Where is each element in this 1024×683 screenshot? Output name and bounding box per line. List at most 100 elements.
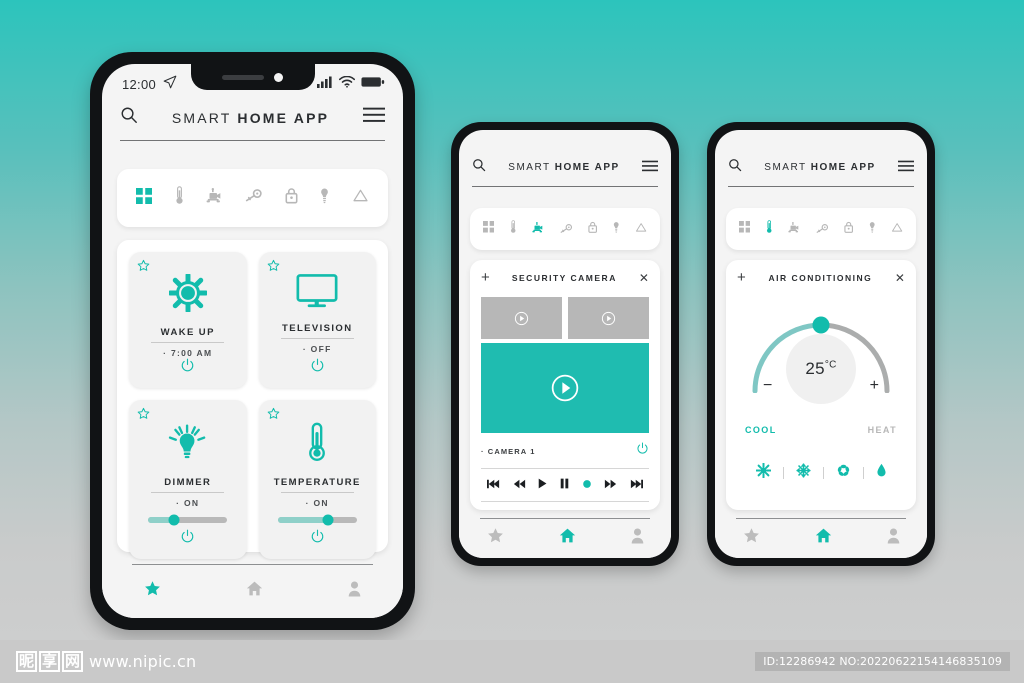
- favorite-star-icon[interactable]: [267, 259, 280, 277]
- tab-dashboard[interactable]: [738, 220, 751, 238]
- power-icon[interactable]: [636, 442, 649, 460]
- power-icon[interactable]: [180, 529, 195, 549]
- power-icon[interactable]: [310, 358, 325, 378]
- tab-temperature[interactable]: [175, 186, 184, 210]
- nav-item-home[interactable]: [246, 580, 263, 602]
- tab-lighting[interactable]: [613, 220, 619, 238]
- nav-item-profile[interactable]: [631, 527, 644, 549]
- hamburger-menu-icon[interactable]: [362, 107, 385, 128]
- thermometer-icon: [175, 186, 184, 210]
- star-icon: [743, 528, 760, 548]
- phone-notch: [190, 64, 315, 90]
- rewind-button[interactable]: [513, 476, 526, 494]
- fan-mode-button[interactable]: [836, 463, 851, 483]
- app-title-bold: HOME APP: [554, 162, 620, 173]
- tab-key[interactable]: [816, 220, 828, 238]
- tab-lock[interactable]: [285, 187, 298, 209]
- tab-temperature[interactable]: [766, 219, 772, 239]
- tab-lock[interactable]: [844, 220, 853, 238]
- tab-temperature[interactable]: [510, 219, 516, 239]
- fast-forward-button[interactable]: [604, 476, 617, 494]
- tab-lighting[interactable]: [869, 220, 875, 238]
- tab-recycle[interactable]: [635, 220, 647, 238]
- tab-lighting[interactable]: [320, 187, 329, 209]
- cool-mode-button[interactable]: [795, 463, 811, 483]
- play-icon: [538, 476, 547, 494]
- tab-lock[interactable]: [588, 220, 597, 238]
- favorite-star-icon[interactable]: [267, 407, 280, 425]
- key-icon: [816, 220, 828, 238]
- nav-item-profile[interactable]: [887, 527, 900, 549]
- increase-temperature-button[interactable]: +: [870, 377, 879, 395]
- decrease-temperature-button[interactable]: −: [763, 377, 772, 395]
- tab-dashboard[interactable]: [482, 220, 495, 238]
- grid-icon: [136, 187, 153, 209]
- favorite-star-icon[interactable]: [137, 407, 150, 425]
- controls-divider-bottom: [481, 501, 649, 502]
- temperature-dial[interactable]: − + 25°C: [747, 311, 895, 404]
- nav-item-favorites[interactable]: [743, 527, 760, 549]
- camera-thumb-2[interactable]: [568, 297, 649, 339]
- search-icon[interactable]: [120, 106, 138, 129]
- nipic-logo-chars: 昵享网: [16, 651, 83, 672]
- category-tab-bar-1[interactable]: [117, 169, 388, 227]
- add-device-button[interactable]: +: [737, 270, 746, 285]
- tab-camera[interactable]: [788, 220, 800, 238]
- camera-thumb-1[interactable]: [481, 297, 562, 339]
- bottom-nav-3[interactable]: [715, 518, 927, 558]
- hamburger-menu-icon[interactable]: [897, 159, 914, 177]
- tab-camera[interactable]: [206, 188, 223, 208]
- cool-label[interactable]: COOL: [745, 425, 777, 435]
- humidity-mode-button[interactable]: [876, 463, 887, 483]
- tab-camera[interactable]: [532, 220, 544, 238]
- nav-item-home[interactable]: [815, 527, 832, 549]
- fan-icon: [836, 464, 851, 482]
- nav-item-favorites[interactable]: [487, 527, 504, 549]
- dry-mode-button[interactable]: [755, 462, 771, 483]
- device-card[interactable]: WAKE UP · 7:00 AM: [129, 252, 247, 388]
- nav-item-favorites[interactable]: [144, 580, 161, 602]
- category-tab-bar-3[interactable]: [726, 208, 916, 250]
- close-panel-button[interactable]: ✕: [895, 272, 905, 284]
- favorite-star-icon[interactable]: [137, 259, 150, 277]
- device-card[interactable]: TELEVISION · OFF: [258, 252, 376, 388]
- skip-forward-button[interactable]: [630, 476, 643, 494]
- media-controls[interactable]: [481, 469, 649, 501]
- device-slider[interactable]: [277, 514, 357, 526]
- play-button[interactable]: [538, 476, 547, 494]
- tab-key[interactable]: [560, 220, 572, 238]
- add-camera-button[interactable]: +: [481, 270, 490, 285]
- bulb-icon: [613, 220, 619, 238]
- device-card[interactable]: DIMMER · ON: [129, 400, 247, 559]
- skip-back-button[interactable]: [487, 476, 500, 494]
- nav-item-profile[interactable]: [348, 580, 361, 602]
- search-icon[interactable]: [728, 158, 742, 177]
- close-panel-button[interactable]: ✕: [639, 272, 649, 284]
- camera-label: · CAMERA 1: [481, 446, 536, 456]
- device-slider[interactable]: [148, 514, 228, 526]
- rewind-icon: [513, 476, 526, 494]
- hamburger-menu-icon[interactable]: [641, 159, 658, 177]
- tab-recycle[interactable]: [891, 220, 903, 238]
- tab-dashboard[interactable]: [136, 187, 153, 209]
- security-camera-panel: + SECURITY CAMERA ✕ · CAMERA 1: [470, 260, 660, 510]
- air-conditioning-panel: + AIR CONDITIONING ✕ − + 25°C COOL HEAT: [726, 260, 916, 510]
- tab-key[interactable]: [245, 189, 263, 207]
- record-button[interactable]: [582, 476, 592, 494]
- search-icon[interactable]: [472, 158, 486, 177]
- camera-thumbnail-row: [481, 297, 649, 339]
- ac-mode-buttons[interactable]: [737, 462, 905, 483]
- heat-label[interactable]: HEAT: [868, 425, 897, 435]
- tab-recycle[interactable]: [352, 188, 369, 208]
- nav-item-home[interactable]: [559, 527, 576, 549]
- camera-main-feed[interactable]: [481, 343, 649, 433]
- bottom-nav-1[interactable]: [102, 564, 403, 618]
- bottom-nav-2[interactable]: [459, 518, 671, 558]
- key-icon: [560, 220, 572, 238]
- power-icon[interactable]: [180, 358, 195, 378]
- snowflake-icon: [795, 463, 811, 482]
- power-icon[interactable]: [310, 529, 325, 549]
- device-card[interactable]: TEMPERATURE · ON: [258, 400, 376, 559]
- pause-button[interactable]: [560, 476, 569, 494]
- category-tab-bar-2[interactable]: [470, 208, 660, 250]
